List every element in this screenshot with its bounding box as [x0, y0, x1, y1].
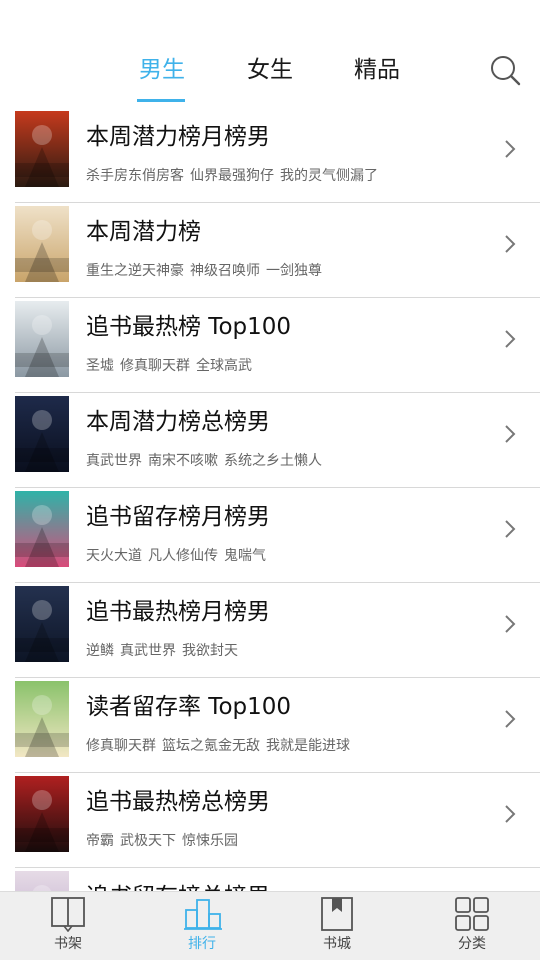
- book-icon: [51, 897, 85, 932]
- book-name: 南宋不咳嗽: [148, 453, 218, 469]
- ranking-row[interactable]: 本周潜力榜月榜男杀手房东俏房客 仙界最强狗仔 我的灵气侧漏了: [0, 108, 540, 203]
- book-name: 全球高武: [196, 358, 252, 374]
- book-name: 鬼喘气: [224, 548, 266, 564]
- tab-premium[interactable]: 精品: [332, 52, 422, 92]
- grid-icon: [455, 897, 489, 931]
- bookmark-icon: [321, 897, 353, 931]
- nav-bookshelf[interactable]: 书架: [18, 892, 118, 960]
- ranking-title: 本周潜力榜总榜男: [86, 409, 270, 435]
- ranking-book-names: 天火大道 凡人修仙传 鬼喘气: [86, 546, 266, 566]
- tab-female[interactable]: 女生: [225, 52, 315, 92]
- ranking-title: 读者留存率 Top100: [86, 694, 292, 720]
- nav-bookshelf-label: 书架: [54, 936, 82, 952]
- search-icon[interactable]: [489, 54, 521, 86]
- chevron-right-icon: [503, 328, 517, 350]
- book-name: 逆鳞: [86, 643, 114, 659]
- ranking-row[interactable]: 追书最热榜月榜男逆鳞 真武世界 我欲封天: [0, 583, 540, 678]
- book-cover-image: [15, 301, 69, 377]
- ranking-row[interactable]: 追书留存榜月榜男天火大道 凡人修仙传 鬼喘气: [0, 488, 540, 583]
- chevron-right-icon: [503, 613, 517, 635]
- ranking-row[interactable]: 本周潜力榜重生之逆天神豪 神级召唤师 一剑独尊: [0, 203, 540, 298]
- book-name: 修真聊天群: [86, 738, 156, 754]
- nav-category[interactable]: 分类: [422, 892, 522, 960]
- chevron-right-icon: [503, 518, 517, 540]
- chevron-right-icon: [503, 803, 517, 825]
- nav-ranking-label: 排行: [188, 936, 216, 952]
- chevron-right-icon: [503, 423, 517, 445]
- ranking-title: 本周潜力榜: [86, 219, 201, 245]
- ranking-book-names: 修真聊天群 篮坛之氪金无敌 我就是能进球: [86, 736, 350, 756]
- book-name: 帝霸: [86, 833, 114, 849]
- book-name: 系统之乡土懒人: [224, 453, 322, 469]
- book-name: 神级召唤师: [190, 263, 260, 279]
- chevron-right-icon: [503, 233, 517, 255]
- ranking-row[interactable]: 本周潜力榜总榜男真武世界 南宋不咳嗽 系统之乡土懒人: [0, 393, 540, 488]
- ranking-book-names: 重生之逆天神豪 神级召唤师 一剑独尊: [86, 261, 322, 281]
- book-cover-image: [15, 111, 69, 187]
- ranking-title: 追书最热榜总榜男: [86, 789, 270, 815]
- ranking-row[interactable]: 追书最热榜 Top100 圣墟 修真聊天群 全球高武: [0, 298, 540, 393]
- nav-bookstore-label: 书城: [323, 936, 351, 952]
- ranking-icon: [184, 899, 222, 930]
- book-cover-image: [15, 681, 69, 757]
- book-name: 天火大道: [86, 548, 142, 564]
- ranking-title: 本周潜力榜月榜男: [86, 124, 270, 150]
- book-name: 杀手房东俏房客: [86, 168, 184, 184]
- chevron-right-icon: [503, 708, 517, 730]
- ranking-book-names: 杀手房东俏房客 仙界最强狗仔 我的灵气侧漏了: [86, 166, 378, 186]
- book-cover-image: [15, 586, 69, 662]
- book-name: 重生之逆天神豪: [86, 263, 184, 279]
- book-name: 真武世界: [86, 453, 142, 469]
- ranking-book-names: 逆鳞 真武世界 我欲封天: [86, 641, 238, 661]
- book-cover-image: [15, 206, 69, 282]
- book-cover-image: [15, 491, 69, 567]
- chevron-right-icon: [503, 138, 517, 160]
- book-name: 凡人修仙传: [148, 548, 218, 564]
- book-name: 真武世界: [120, 643, 176, 659]
- ranking-book-names: 帝霸 武极天下 惊悚乐园: [86, 831, 238, 851]
- nav-bookstore[interactable]: 书城: [287, 892, 387, 960]
- ranking-title: 追书最热榜 Top100: [86, 314, 292, 340]
- bottom-navigation: 书架 排行 书城 分类: [0, 891, 540, 960]
- ranking-row[interactable]: 追书最热榜总榜男帝霸 武极天下 惊悚乐园: [0, 773, 540, 868]
- tab-male[interactable]: 男生: [117, 52, 207, 92]
- book-name: 我的灵气侧漏了: [280, 168, 378, 184]
- ranking-title: 追书最热榜月榜男: [86, 599, 270, 625]
- book-cover-image: [15, 776, 69, 852]
- book-name: 我就是能进球: [266, 738, 350, 754]
- book-name: 一剑独尊: [266, 263, 322, 279]
- book-name: 我欲封天: [182, 643, 238, 659]
- ranking-list: 本周潜力榜月榜男杀手房东俏房客 仙界最强狗仔 我的灵气侧漏了本周潜力榜重生之逆天神豪…: [0, 108, 540, 960]
- nav-category-label: 分类: [458, 936, 486, 952]
- active-tab-indicator: [137, 99, 185, 102]
- book-cover-image: [15, 396, 69, 472]
- book-name: 武极天下: [120, 833, 176, 849]
- ranking-book-names: 圣墟 修真聊天群 全球高武: [86, 356, 252, 376]
- nav-ranking[interactable]: 排行: [152, 892, 252, 960]
- book-name: 仙界最强狗仔: [190, 168, 274, 184]
- book-name: 修真聊天群: [120, 358, 190, 374]
- top-tab-bar: 男生 女生 精品: [0, 0, 540, 108]
- book-name: 惊悚乐园: [182, 833, 238, 849]
- ranking-book-names: 真武世界 南宋不咳嗽 系统之乡土懒人: [86, 451, 322, 471]
- app-root: 男生 女生 精品 本周潜力榜月榜男 杀手房东俏房客 仙界最强狗仔 我的灵气侧漏了 本周潜…: [0, 0, 540, 960]
- book-name: 篮坛之氪金无敌: [162, 738, 260, 754]
- book-name: 圣墟: [86, 358, 114, 374]
- ranking-row[interactable]: 读者留存率 Top100 修真聊天群 篮坛之氪金无敌 我就是能进球: [0, 678, 540, 773]
- ranking-title: 追书留存榜月榜男: [86, 504, 270, 530]
